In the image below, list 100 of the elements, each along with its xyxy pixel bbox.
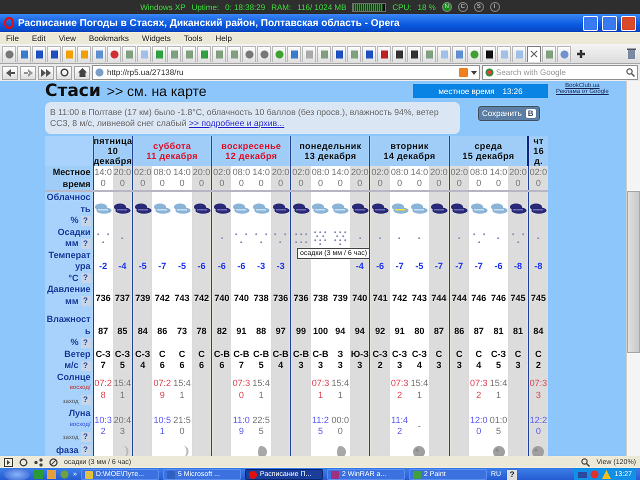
browser-tab[interactable] xyxy=(407,46,421,62)
browser-tab[interactable] xyxy=(482,46,496,62)
start-button[interactable] xyxy=(4,468,30,480)
time-cell: 20:00 xyxy=(271,166,291,191)
wind-direction-cell-text: С-В xyxy=(252,348,270,360)
temperature-cell-text: -6 xyxy=(236,261,246,272)
menu-item[interactable]: Tools xyxy=(184,34,202,42)
time-cell: 08:00 xyxy=(390,166,410,191)
pressure-cell-text: 741 xyxy=(372,293,389,305)
search-icon[interactable] xyxy=(626,68,635,77)
wind-speed-cell-text: 3 xyxy=(356,360,364,372)
maximize-button[interactable] xyxy=(602,16,617,30)
pressure-cell-text: 742 xyxy=(391,293,408,305)
wind-direction-cell-text: С-З xyxy=(391,348,408,360)
help-button[interactable]: ? xyxy=(80,445,90,456)
back-button[interactable] xyxy=(2,66,18,80)
menu-item[interactable]: Widgets xyxy=(142,34,171,42)
wind-direction-cell-text: С xyxy=(454,348,464,360)
browser-tab[interactable] xyxy=(32,46,46,62)
browser-tab[interactable] xyxy=(362,46,376,62)
moon-time-cell-text: 10:51 xyxy=(152,414,172,438)
temperature-cell-text: -2 xyxy=(98,261,108,272)
moon-time-cell: 12:20 xyxy=(528,414,548,438)
temperature-cell-text: -5 xyxy=(138,261,148,272)
wind-speed-cell-text: 6 xyxy=(178,360,186,372)
time-cell: 02:00 xyxy=(370,166,390,191)
pressure-cell-text: 739 xyxy=(332,293,349,305)
humidity-cell-text: 84 xyxy=(136,326,149,337)
wind-direction-cell-text: С xyxy=(197,348,206,360)
fast-forward-button[interactable] xyxy=(38,66,54,80)
current-weather-text: В 11:00 в Полтаве (17 км) было -1.8°C, облачность 10 баллов (без просв.), влажность 94%, ветер ССЗ, 8 м/с, ливневой снег слабый >> подробнее и архив... xyxy=(45,102,460,134)
humidity-cell-text: 86 xyxy=(453,326,466,337)
humidity-cell-text: 87 xyxy=(472,326,485,337)
help-button[interactable]: ? xyxy=(80,296,90,306)
temperature-cell-text: -7 xyxy=(474,261,484,272)
search-field[interactable]: Search with Google xyxy=(482,65,638,80)
warning-icon[interactable] xyxy=(602,470,612,479)
row-label: Осадки xyxy=(58,226,90,236)
time-cell: 08:00 xyxy=(310,166,330,191)
uptime-value: 0: 18:38:29 xyxy=(225,2,266,12)
trash-icon[interactable] xyxy=(627,48,636,59)
row-label: Влажность xyxy=(46,314,90,336)
home-button[interactable] xyxy=(74,66,90,80)
pressure-cell-text: 739 xyxy=(134,293,152,305)
temperature-cell-text: -3 xyxy=(256,261,266,272)
help-button[interactable]: ? xyxy=(507,470,518,480)
time-cell: 14:00 xyxy=(410,166,430,191)
cpu-value: 18 % xyxy=(418,2,436,12)
humidity-cell-text: 91 xyxy=(394,326,406,337)
browser-tab[interactable] xyxy=(332,46,346,62)
menu-item[interactable]: Edit xyxy=(32,34,46,42)
help-button[interactable]: ? xyxy=(80,395,90,406)
block-icon[interactable] xyxy=(49,458,58,466)
browser-tab[interactable] xyxy=(47,46,61,62)
map-link[interactable]: >> см. на карте xyxy=(106,83,413,99)
wind-speed-cell-text: 5 xyxy=(118,360,126,372)
panel-toggle-icon[interactable] xyxy=(4,458,13,466)
fast-forward-icon xyxy=(41,68,51,76)
help-button[interactable]: ? xyxy=(80,216,90,226)
network-icon[interactable] xyxy=(578,470,588,479)
tray-icon[interactable] xyxy=(590,470,600,479)
time-cell: 20:00 xyxy=(192,166,212,191)
wind-direction-cell-text: С-В xyxy=(212,348,231,360)
pressure-cell-text: 745 xyxy=(530,293,547,305)
sun-time-cell: 07:31 xyxy=(310,378,330,402)
moon-time-cell: 01:05 xyxy=(488,414,508,438)
help-button[interactable]: ? xyxy=(80,432,90,442)
wind-direction-cell-text: С-В xyxy=(311,348,330,360)
scrollbar[interactable] xyxy=(626,81,640,456)
row-label: Солнце xyxy=(57,372,90,382)
menu-item[interactable]: View xyxy=(58,34,76,42)
save-button[interactable]: Сохранить В xyxy=(478,106,540,121)
close-button[interactable] xyxy=(621,16,636,30)
moon-time-cell-text: 00:00 xyxy=(330,414,350,438)
pressure-cell-text: 740 xyxy=(213,293,230,305)
address-field[interactable]: http://rp5.ua/27138/ru xyxy=(92,65,480,80)
help-button[interactable]: ? xyxy=(80,238,90,249)
time-cell: 20:00 xyxy=(350,166,370,191)
humidity-cell-text: 84 xyxy=(532,326,544,337)
temperature-cell-text: -7 xyxy=(434,261,444,272)
menu-item[interactable]: Help xyxy=(216,34,232,42)
sync-icon[interactable] xyxy=(19,458,28,466)
sun-time-cell: 15:41 xyxy=(112,378,132,402)
reload-button[interactable] xyxy=(56,66,72,80)
search-engine-icon xyxy=(485,68,494,77)
details-link[interactable]: >> подробнее и архив... xyxy=(188,118,284,128)
time-cell: 02:00 xyxy=(528,166,548,191)
browser-tab[interactable] xyxy=(392,46,406,62)
menu-item[interactable]: Bookmarks xyxy=(88,34,129,42)
share-icon[interactable] xyxy=(34,458,43,466)
scroll-thumb[interactable] xyxy=(627,191,640,353)
humidity-cell-text: 73 xyxy=(176,326,188,337)
wind-speed-cell-text: 3 xyxy=(297,360,304,372)
minimize-button[interactable] xyxy=(583,16,598,30)
menu-item[interactable]: File xyxy=(6,34,19,42)
row-label: Луна xyxy=(68,408,90,418)
help-button[interactable]: ? xyxy=(80,338,90,348)
help-button[interactable]: ? xyxy=(80,273,90,284)
help-button[interactable]: ? xyxy=(80,360,90,371)
new-tab-icon[interactable] xyxy=(576,48,586,58)
